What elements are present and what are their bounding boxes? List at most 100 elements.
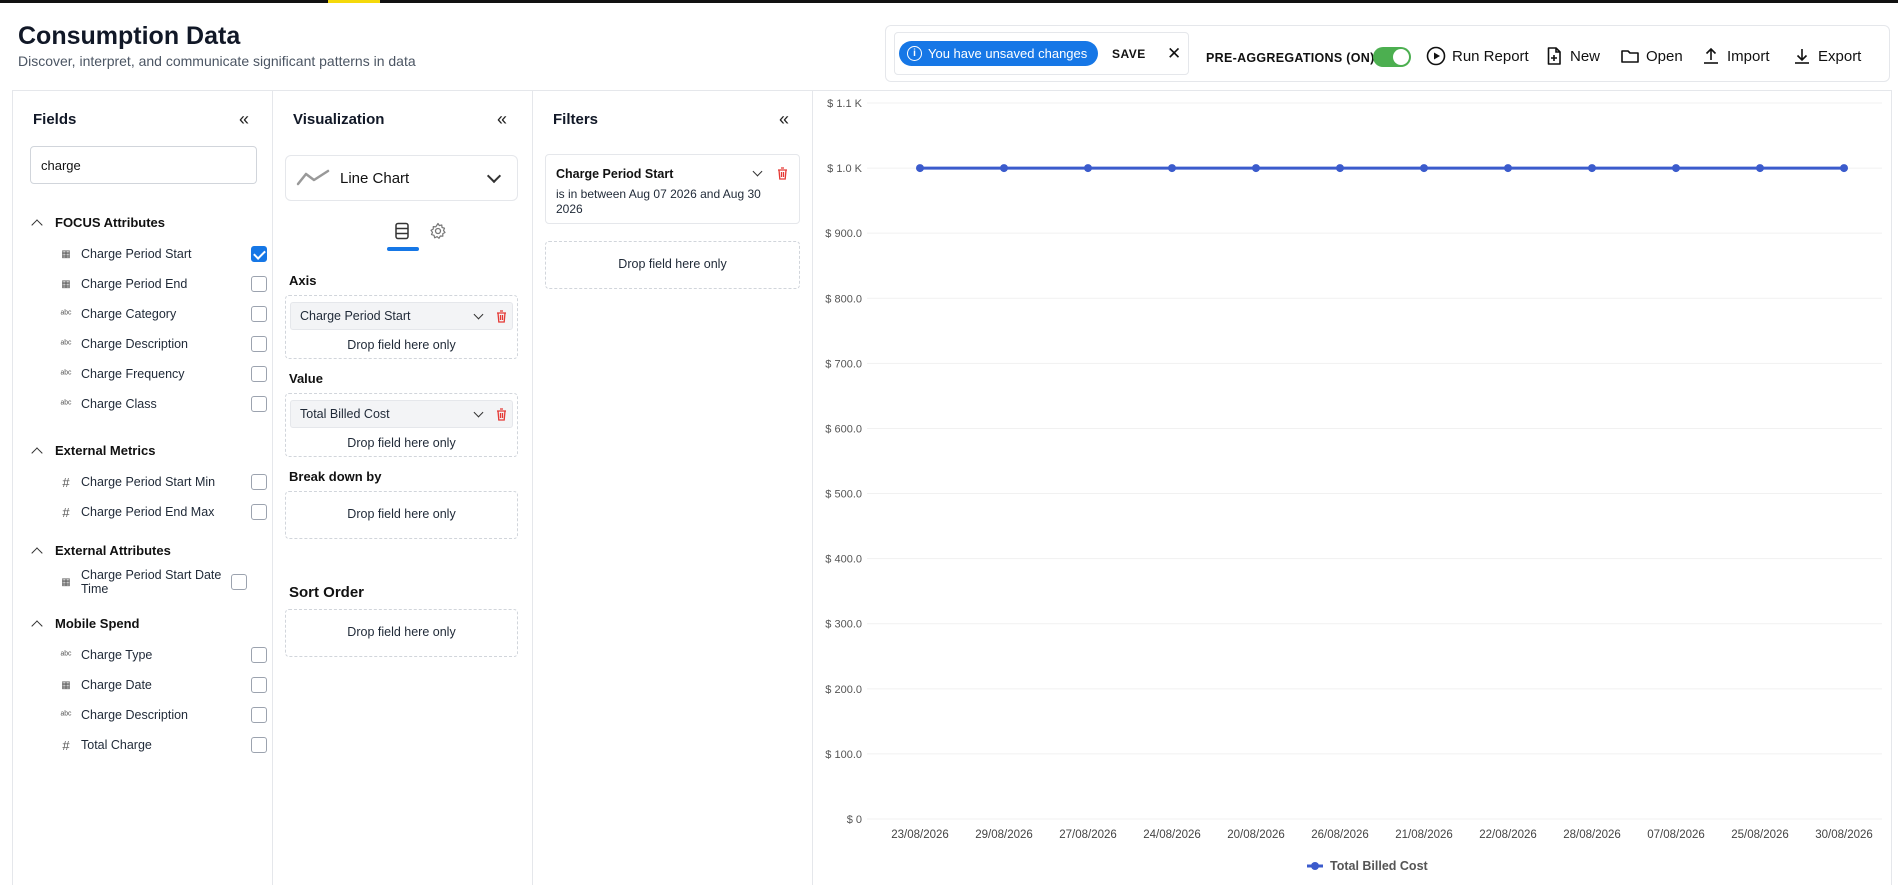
field-item[interactable]: ▦ Charge Period End: [59, 276, 267, 292]
filters-collapse-icon[interactable]: «: [779, 109, 789, 130]
axis-field-chip[interactable]: Charge Period Start: [290, 302, 513, 330]
y-tick-label: $ 0: [847, 814, 862, 826]
pre-aggregations-toggle[interactable]: [1373, 47, 1411, 67]
visualization-panel: Visualization « Line Chart Axis Charge P…: [273, 91, 533, 885]
drop-field-text: Drop field here only: [347, 625, 456, 639]
field-label: Charge Frequency: [81, 367, 185, 381]
play-circle-icon: [1426, 46, 1446, 66]
text-type-icon: ᵃᵇᶜ: [60, 338, 72, 350]
x-tick-label: 07/08/2026: [1647, 829, 1705, 841]
page-subtitle: Discover, interpret, and communicate sig…: [18, 53, 416, 69]
field-item[interactable]: # Charge Period End Max: [59, 504, 267, 520]
hash-icon: #: [62, 474, 70, 490]
visualization-panel-title: Visualization: [293, 111, 385, 128]
field-item[interactable]: ᵃᵇᶜ Charge Description: [59, 336, 267, 352]
open-button[interactable]: Open: [1620, 46, 1683, 66]
field-item[interactable]: ᵃᵇᶜ Charge Description: [59, 707, 267, 723]
calendar-icon: ▦: [61, 576, 71, 588]
field-checkbox[interactable]: [251, 276, 267, 292]
field-item[interactable]: ▦ Charge Period Start Date Time: [59, 568, 267, 596]
filters-drop-zone[interactable]: Drop field here only: [545, 241, 800, 289]
text-type-icon: ᵃᵇᶜ: [60, 398, 72, 410]
chart-type-select[interactable]: Line Chart: [285, 155, 518, 201]
x-tick-label: 23/08/2026: [891, 829, 949, 841]
field-checkbox[interactable]: [251, 246, 267, 262]
export-label: Export: [1818, 47, 1862, 65]
field-checkbox[interactable]: [231, 574, 247, 590]
field-item[interactable]: # Charge Period Start Min: [59, 474, 267, 490]
fields-panel-title: Fields: [33, 111, 77, 128]
chevron-down-icon[interactable]: [473, 407, 484, 418]
fields-collapse-icon[interactable]: «: [239, 109, 249, 130]
data-point: [1420, 164, 1428, 173]
x-tick-label: 29/08/2026: [975, 829, 1033, 841]
y-tick-label: $ 900.0: [825, 228, 862, 240]
top-bar-accent: [328, 0, 380, 3]
group-external-metrics[interactable]: External Metrics: [31, 443, 156, 459]
visualization-collapse-icon[interactable]: «: [497, 109, 507, 130]
field-item[interactable]: ▦ Charge Period Start: [59, 246, 267, 262]
new-button[interactable]: New: [1544, 46, 1600, 66]
tab-data[interactable]: [387, 222, 419, 252]
value-field-chip[interactable]: Total Billed Cost: [290, 400, 513, 428]
filter-card[interactable]: Charge Period Start is in between Aug 07…: [545, 154, 800, 224]
chart-type-label: Line Chart: [340, 169, 410, 187]
field-checkbox[interactable]: [251, 336, 267, 352]
axis-drop-zone[interactable]: Charge Period Start Drop field here only: [285, 295, 518, 359]
download-icon: [1795, 49, 1809, 64]
x-tick-label: 21/08/2026: [1395, 829, 1453, 841]
chevron-down-icon[interactable]: [473, 309, 484, 320]
y-tick-label: $ 300.0: [825, 619, 862, 631]
export-button[interactable]: Export: [1792, 46, 1861, 66]
field-checkbox[interactable]: [251, 396, 267, 412]
field-checkbox[interactable]: [251, 677, 267, 693]
trash-icon[interactable]: [777, 167, 788, 180]
axis-label: Axis: [289, 273, 317, 288]
field-item[interactable]: ᵃᵇᶜ Charge Frequency: [59, 366, 267, 382]
chevron-up-icon: [31, 446, 43, 459]
field-item[interactable]: ᵃᵇᶜ Charge Type: [59, 647, 267, 663]
drop-field-text: Drop field here only: [618, 257, 727, 271]
field-label: Charge Period End Max: [81, 505, 215, 519]
field-label: Total Charge: [81, 738, 152, 752]
run-report-button[interactable]: Run Report: [1426, 46, 1529, 66]
field-checkbox[interactable]: [251, 707, 267, 723]
field-checkbox[interactable]: [251, 737, 267, 753]
breakdown-drop-zone[interactable]: Drop field here only: [285, 491, 518, 539]
field-item[interactable]: # Total Charge: [59, 737, 267, 753]
info-icon: i: [907, 46, 922, 61]
chevron-down-icon[interactable]: [752, 166, 763, 177]
x-tick-label: 25/08/2026: [1731, 829, 1789, 841]
tab-settings[interactable]: [423, 222, 453, 252]
field-label: Charge Period Start Min: [81, 475, 216, 489]
sort-order-label: Sort Order: [289, 584, 365, 601]
import-button[interactable]: Import: [1701, 46, 1770, 66]
trash-icon[interactable]: [496, 408, 507, 421]
field-item[interactable]: ᵃᵇᶜ Charge Class: [59, 396, 267, 412]
save-button[interactable]: SAVE: [1112, 47, 1146, 61]
y-tick-label: $ 700.0: [825, 358, 862, 370]
trash-icon[interactable]: [496, 310, 507, 323]
fields-search-input[interactable]: [30, 146, 257, 184]
field-checkbox[interactable]: [251, 504, 267, 520]
field-checkbox[interactable]: [251, 647, 267, 663]
group-title: External Attributes: [55, 543, 171, 558]
value-drop-zone[interactable]: Total Billed Cost Drop field here only: [285, 393, 518, 457]
y-tick-label: $ 600.0: [825, 423, 862, 435]
field-label: Charge Description: [81, 337, 188, 351]
field-checkbox[interactable]: [251, 366, 267, 382]
field-checkbox[interactable]: [251, 306, 267, 322]
y-tick-label: $ 500.0: [825, 489, 862, 501]
group-title: External Metrics: [55, 443, 156, 458]
field-item[interactable]: ᵃᵇᶜ Charge Category: [59, 306, 267, 322]
group-mobile-spend[interactable]: Mobile Spend: [31, 616, 140, 632]
field-item[interactable]: ▦ Charge Date: [59, 677, 267, 693]
group-focus-attributes[interactable]: FOCUS Attributes: [31, 215, 165, 231]
close-icon[interactable]: ✕: [1167, 44, 1181, 64]
toolbar: i You have unsaved changes SAVE ✕ PRE-AG…: [885, 25, 1890, 82]
value-field-label: Total Billed Cost: [300, 407, 390, 421]
sort-drop-zone[interactable]: Drop field here only: [285, 609, 518, 657]
field-checkbox[interactable]: [251, 474, 267, 490]
group-external-attributes[interactable]: External Attributes: [31, 543, 171, 559]
chevron-up-icon: [31, 546, 43, 559]
